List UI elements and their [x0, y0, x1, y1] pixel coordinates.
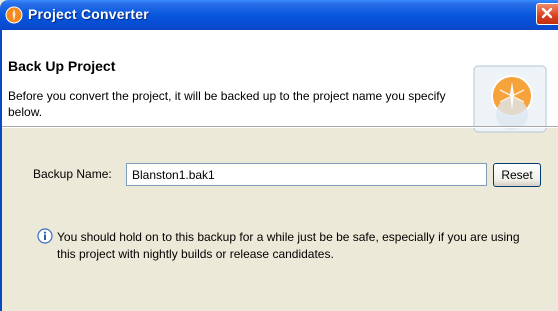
backup-name-label: Backup Name:	[33, 167, 112, 181]
info-icon	[37, 228, 53, 244]
close-button[interactable]	[536, 3, 558, 25]
wizard-graphic	[473, 65, 547, 133]
app-icon	[5, 6, 23, 24]
page-description: Before you convert the project, it will …	[8, 89, 446, 119]
project-converter-window: Project Converter Back Up Project Before…	[0, 0, 558, 311]
info-message: You should hold on to this backup for a …	[57, 230, 520, 261]
page-title: Back Up Project	[8, 58, 116, 74]
reset-button[interactable]: Reset	[493, 163, 541, 187]
close-icon	[541, 7, 553, 19]
wizard-header: Back Up Project Before you convert the p…	[0, 30, 558, 133]
window-border	[0, 30, 2, 311]
backup-name-input[interactable]	[126, 163, 487, 186]
title-bar[interactable]: Project Converter	[0, 0, 558, 30]
window-title: Project Converter	[28, 6, 149, 22]
header-separator	[0, 126, 558, 128]
